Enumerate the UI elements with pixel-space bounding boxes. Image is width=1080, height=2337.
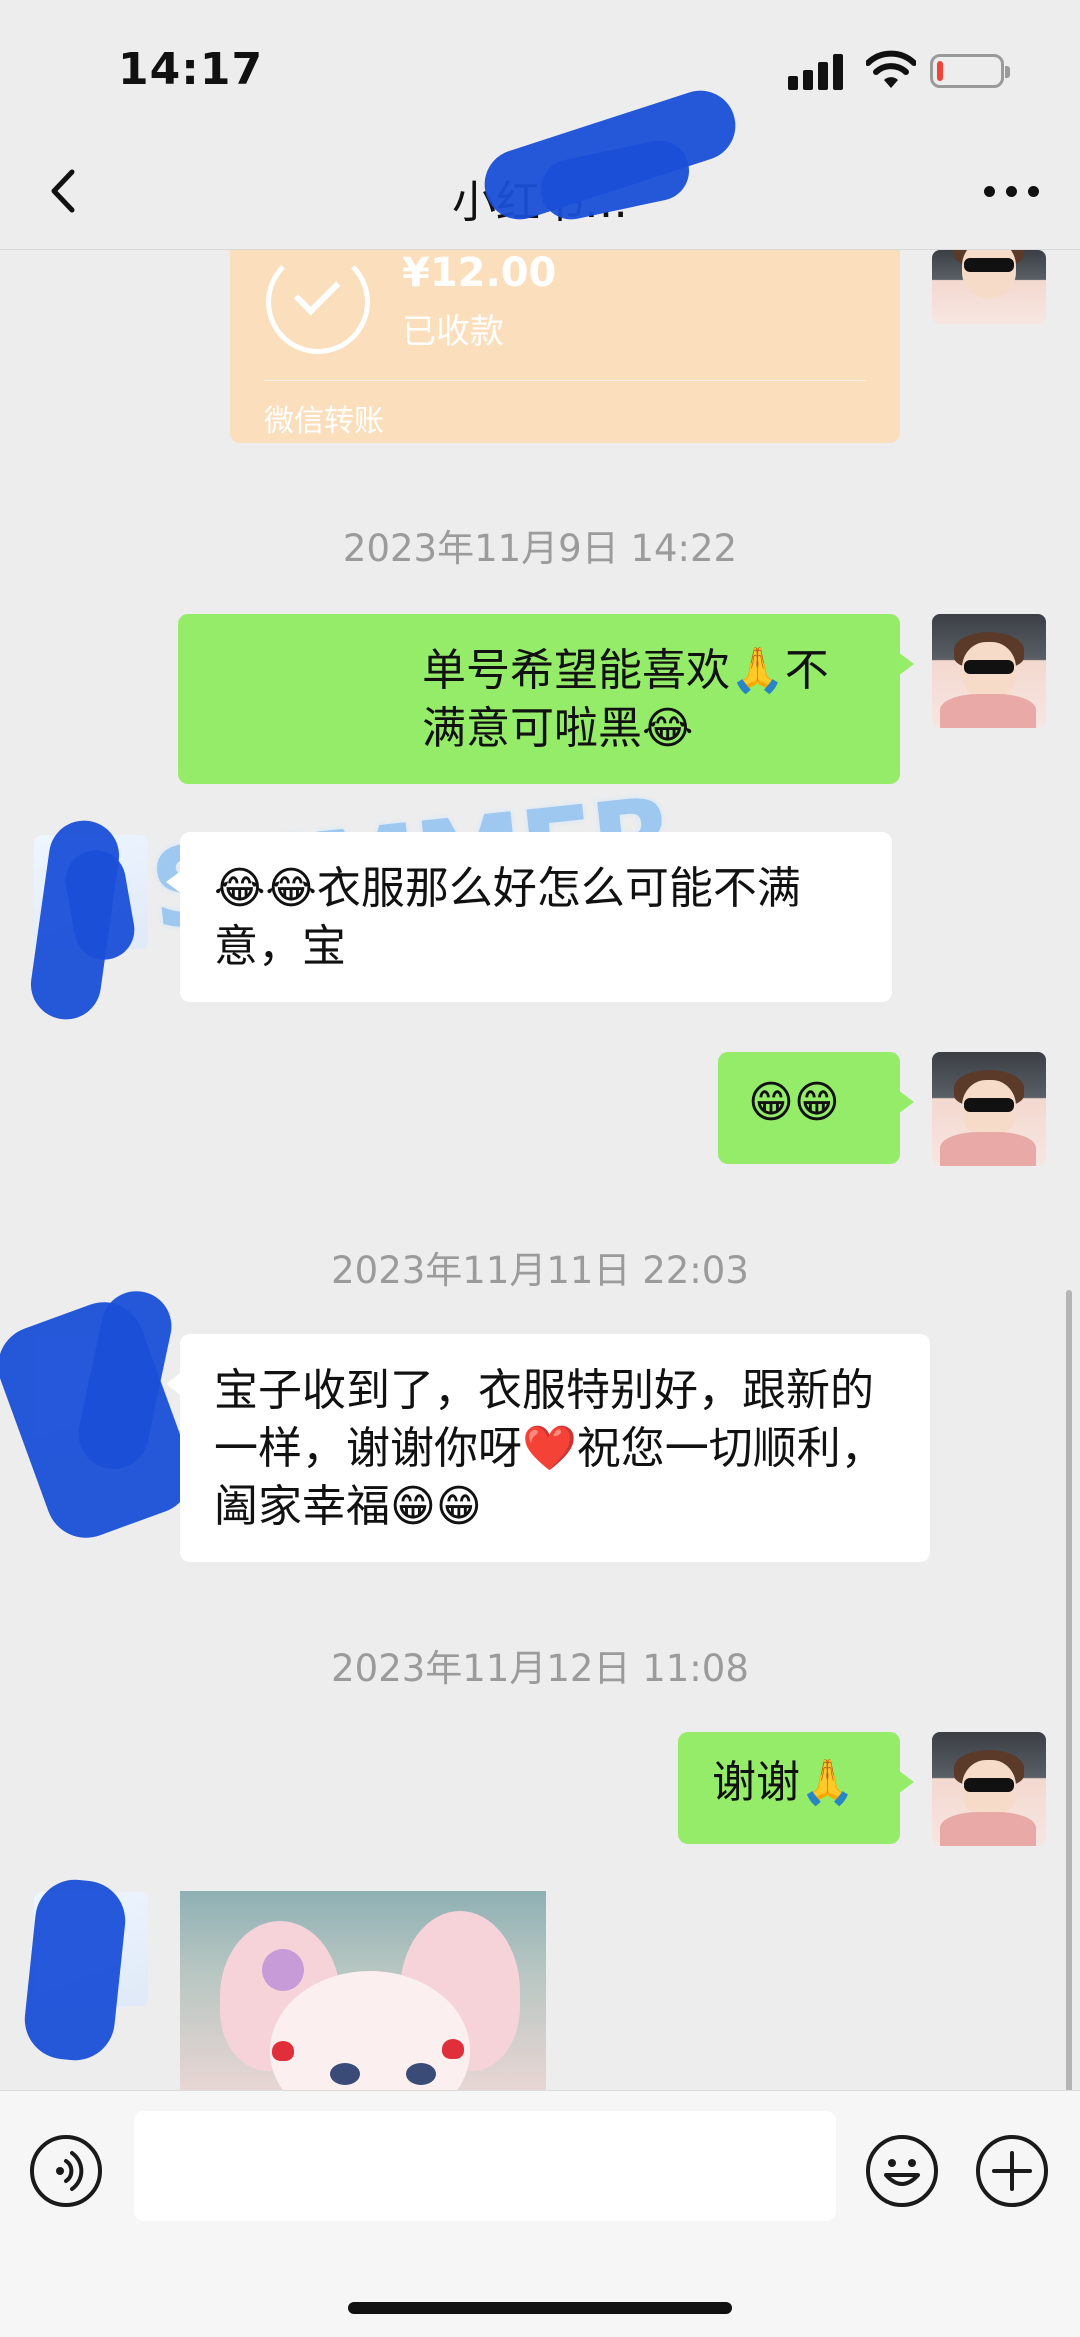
message-bubble[interactable]: 😂😂衣服那么好怎么可能不满意，宝 bbox=[166, 832, 892, 1002]
my-avatar[interactable] bbox=[932, 1052, 1046, 1166]
timestamp: 2023年11月9日 14:22 bbox=[342, 527, 738, 570]
heart-icon bbox=[272, 2041, 294, 2061]
transfer-card[interactable]: ¥12.00 已收款 微信转账 bbox=[230, 250, 900, 443]
chat-area[interactable]: ¥12.00 已收款 微信转账 2023年11月9日 14:22 单号希望能喜欢… bbox=[0, 250, 1080, 2090]
plus-icon[interactable] bbox=[976, 2135, 1048, 2207]
message-text: 😁😁 bbox=[748, 1077, 840, 1128]
message-text: 谢谢🙏 bbox=[712, 1757, 855, 1808]
status-time: 14:17 bbox=[118, 44, 264, 95]
timestamp: 2023年11月12日 11:08 bbox=[331, 1647, 749, 1690]
transfer-status: 已收款 bbox=[402, 312, 504, 352]
transfer-footer: 微信转账 bbox=[264, 404, 384, 439]
redaction-scribble bbox=[20, 1875, 130, 2065]
message-bubble[interactable]: 😁😁 bbox=[718, 1052, 914, 1164]
scrollbar[interactable] bbox=[1066, 1290, 1072, 2090]
message-bubble[interactable]: 谢谢🙏 bbox=[678, 1732, 914, 1844]
timestamp: 2023年11月11日 22:03 bbox=[331, 1249, 749, 1292]
message-text: 宝子收到了，衣服特别好，跟新的一样，谢谢你呀❤️祝您一切顺利，阖家幸福😁😁 bbox=[214, 1365, 885, 1532]
signal-icon bbox=[788, 54, 846, 90]
my-avatar[interactable] bbox=[932, 614, 1046, 728]
transfer-amount: ¥12.00 bbox=[402, 250, 557, 296]
more-dots-icon[interactable] bbox=[984, 186, 1040, 198]
message-input[interactable] bbox=[134, 2111, 836, 2221]
message-text: 单号希望能喜欢🙏不满意可啦黑😂 bbox=[422, 645, 829, 754]
status-bar: 14:17 bbox=[0, 0, 1080, 130]
divider bbox=[264, 380, 866, 381]
input-bar bbox=[0, 2090, 1080, 2337]
my-avatar[interactable] bbox=[932, 250, 1046, 324]
emoji-icon[interactable] bbox=[866, 2135, 938, 2207]
heart-icon bbox=[442, 2039, 464, 2059]
message-bubble[interactable]: 单号希望能喜欢🙏不满意可啦黑😂 bbox=[178, 614, 914, 784]
home-indicator[interactable] bbox=[348, 2302, 732, 2314]
sticker-image[interactable] bbox=[180, 1891, 546, 2090]
message-bubble[interactable]: 宝子收到了，衣服特别好，跟新的一样，谢谢你呀❤️祝您一切顺利，阖家幸福😁😁 bbox=[166, 1334, 930, 1562]
message-text: 😂😂衣服那么好怎么可能不满意，宝 bbox=[214, 863, 801, 972]
wifi-icon bbox=[866, 50, 916, 88]
voice-icon[interactable] bbox=[30, 2135, 102, 2207]
flower-icon bbox=[262, 1949, 304, 1991]
battery-icon bbox=[930, 54, 1010, 88]
nav-bar: 小红书… bbox=[0, 81, 1080, 250]
battery-level bbox=[937, 61, 943, 81]
my-avatar[interactable] bbox=[932, 1732, 1046, 1846]
